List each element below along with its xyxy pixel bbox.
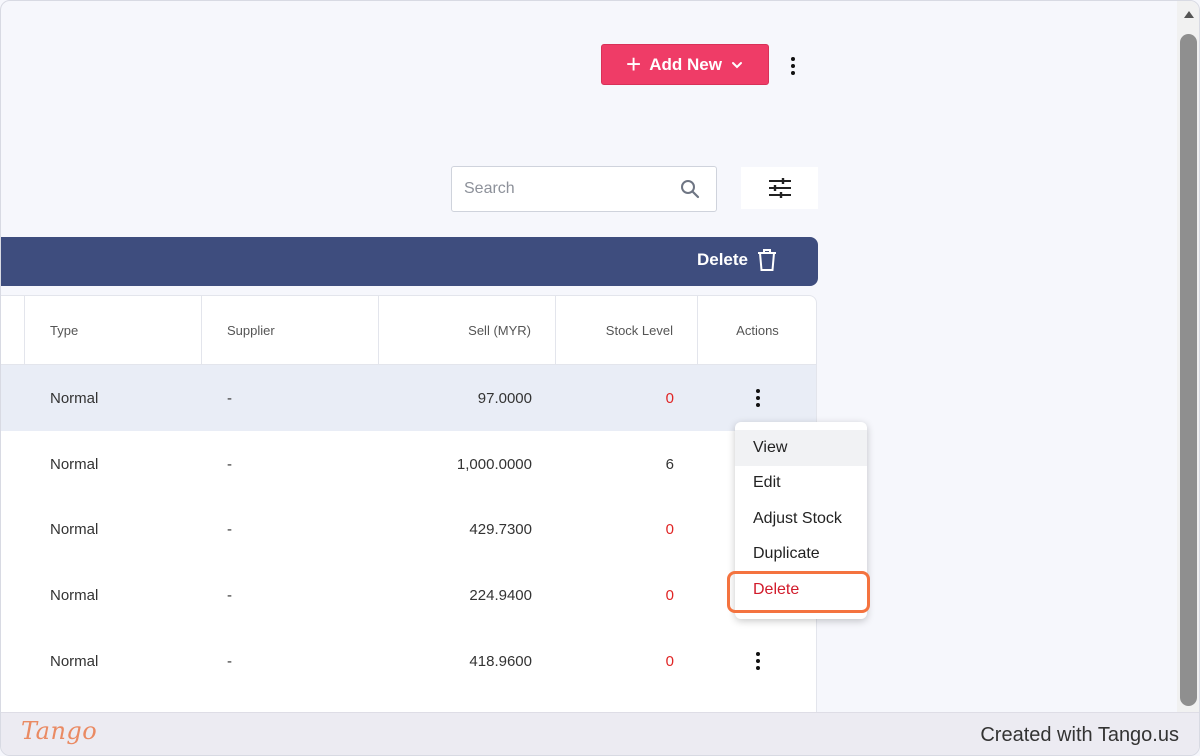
column-header-actions: Actions xyxy=(736,323,779,338)
type-cell: Normal xyxy=(50,455,99,473)
supplier-cell: - xyxy=(227,520,232,538)
column-header-select xyxy=(1,296,25,365)
sell-cell: 429.7300 xyxy=(469,520,532,538)
column-header-stock-level[interactable]: Stock Level xyxy=(556,296,698,365)
row-actions-button[interactable] xyxy=(750,386,766,410)
column-header-sell[interactable]: Sell (MYR) xyxy=(379,296,556,365)
menu-item-view[interactable]: View xyxy=(735,430,867,466)
supplier-cell: - xyxy=(227,652,232,670)
search-icon[interactable] xyxy=(680,179,700,199)
add-new-label: Add New xyxy=(649,54,722,74)
more-options-button[interactable] xyxy=(783,53,803,79)
created-with-text: Created with Tango.us xyxy=(980,724,1179,746)
chevron-down-icon xyxy=(731,61,742,68)
scroll-up-arrow-icon[interactable] xyxy=(1184,11,1194,18)
app-window: + Add New Delete Type xyxy=(0,0,1200,756)
kebab-dot xyxy=(756,403,760,407)
products-table: Type Supplier Sell (MYR) Stock Level Act… xyxy=(1,295,817,735)
sell-cell: 224.9400 xyxy=(469,586,532,604)
bulk-action-bar: Delete xyxy=(1,237,818,286)
tango-footer: Tango Created with Tango.us xyxy=(1,712,1199,755)
filter-button[interactable] xyxy=(741,167,818,209)
kebab-dot xyxy=(756,389,760,393)
kebab-dot xyxy=(756,652,760,656)
row-actions-button[interactable] xyxy=(750,649,766,673)
bulk-delete-label: Delete xyxy=(696,250,748,269)
stock-level-cell: 0 xyxy=(665,389,674,407)
kebab-dot xyxy=(791,64,795,68)
sell-cell: 418.9600 xyxy=(469,652,532,670)
plus-icon: + xyxy=(626,48,642,79)
type-cell: Normal xyxy=(50,652,99,670)
table-header: Type Supplier Sell (MYR) Stock Level Act… xyxy=(1,296,816,365)
type-cell: Normal xyxy=(50,389,99,407)
kebab-dot xyxy=(791,57,795,61)
sell-cell: 97.0000 xyxy=(477,389,532,407)
sliders-icon xyxy=(768,178,791,198)
stock-level-cell: 6 xyxy=(665,455,674,473)
bulk-delete-button[interactable]: Delete xyxy=(697,248,778,272)
menu-item-delete[interactable]: Delete xyxy=(735,572,867,608)
type-cell: Normal xyxy=(50,520,99,538)
kebab-dot xyxy=(791,71,795,75)
supplier-cell: - xyxy=(227,389,232,407)
table-row[interactable]: Normal - 418.9600 0 xyxy=(1,628,816,694)
sell-cell: 1,000.0000 xyxy=(456,455,532,473)
table-row[interactable]: Normal - 1,000.0000 6 xyxy=(1,431,816,497)
stock-level-cell: 0 xyxy=(665,520,674,538)
vertical-scrollbar[interactable] xyxy=(1177,1,1199,712)
trash-icon xyxy=(758,249,776,271)
row-actions-menu: View Edit Adjust Stock Duplicate Delete xyxy=(735,422,867,619)
tango-logo: Tango xyxy=(21,717,98,745)
kebab-dot xyxy=(756,666,760,670)
menu-item-duplicate[interactable]: Duplicate xyxy=(735,537,867,573)
menu-item-adjust-stock[interactable]: Adjust Stock xyxy=(735,501,867,537)
kebab-dot xyxy=(756,396,760,400)
table-row[interactable]: Normal - 97.0000 0 xyxy=(1,365,816,431)
table-row[interactable]: Normal - 429.7300 0 xyxy=(1,496,816,562)
supplier-cell: - xyxy=(227,586,232,604)
stock-level-cell: 0 xyxy=(665,586,674,604)
type-cell: Normal xyxy=(50,586,99,604)
menu-item-edit[interactable]: Edit xyxy=(735,466,867,502)
scrollbar-thumb[interactable] xyxy=(1180,34,1197,706)
add-new-button[interactable]: + Add New xyxy=(601,44,769,85)
search-box xyxy=(451,166,717,212)
supplier-cell: - xyxy=(227,455,232,473)
search-input[interactable] xyxy=(464,180,664,198)
column-header-type[interactable]: Type xyxy=(25,296,202,365)
stock-level-cell: 0 xyxy=(665,652,674,670)
column-header-supplier[interactable]: Supplier xyxy=(202,296,379,365)
table-row[interactable]: Normal - 224.9400 0 xyxy=(1,562,816,628)
kebab-dot xyxy=(756,659,760,663)
